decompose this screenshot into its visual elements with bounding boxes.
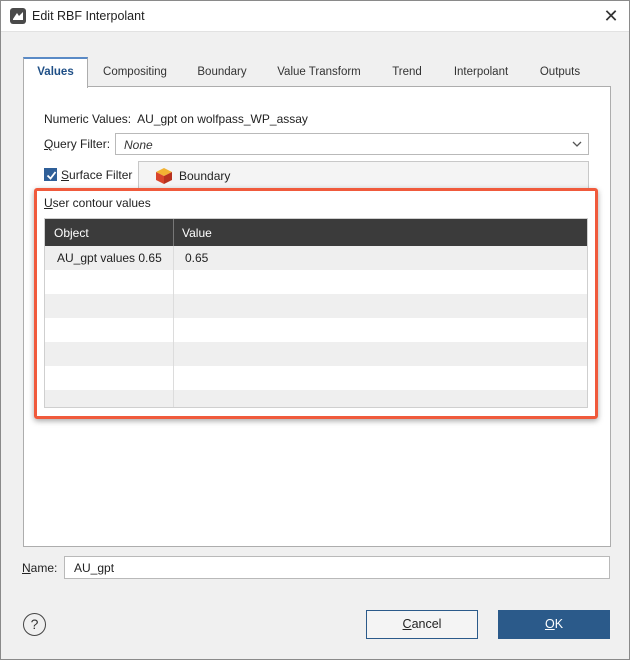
table-row-empty <box>45 318 587 342</box>
query-filter-label: Query Filter: <box>44 137 111 151</box>
tab-compositing[interactable]: Compositing <box>93 57 177 87</box>
table-row[interactable]: AU_gpt values 0.65 0.65 <box>45 246 587 270</box>
table-row-empty <box>45 366 587 390</box>
ok-button[interactable]: OK <box>498 610 610 639</box>
boundary-icon <box>156 168 172 184</box>
tab-outputs[interactable]: Outputs <box>529 57 591 87</box>
tab-interpolant[interactable]: Interpolant <box>443 57 519 87</box>
chevron-down-icon <box>572 141 582 147</box>
name-input-value: AU_gpt <box>74 561 115 575</box>
query-filter-value: None <box>124 138 153 152</box>
row-value-cell[interactable]: 0.65 <box>185 251 208 265</box>
title-bar: Edit RBF Interpolant ✕ <box>1 1 629 32</box>
table-row-empty <box>45 270 587 294</box>
column-header-object[interactable]: Object <box>54 226 89 240</box>
column-header-value[interactable]: Value <box>182 226 212 240</box>
user-contour-values-table[interactable]: Object Value AU_gpt values 0.65 0.65 <box>44 218 588 408</box>
surface-filter-label[interactable]: Surface Filter <box>61 168 132 182</box>
query-filter-dropdown[interactable]: None <box>115 133 589 155</box>
table-header: Object Value <box>45 219 587 246</box>
name-input[interactable]: AU_gpt <box>64 556 610 579</box>
row-object-cell: AU_gpt values 0.65 <box>57 251 162 265</box>
tab-boundary[interactable]: Boundary <box>187 57 257 87</box>
dialog-window: Edit RBF Interpolant ✕ Values Compositin… <box>0 0 630 660</box>
name-label: Name: <box>22 561 58 575</box>
leapfrog-icon <box>10 8 26 24</box>
tab-values[interactable]: Values <box>23 57 88 88</box>
tab-value-transform[interactable]: Value Transform <box>267 57 371 87</box>
user-contour-values-label: User contour values <box>44 196 151 210</box>
column-divider <box>173 246 174 407</box>
table-row-empty <box>45 342 587 366</box>
tab-bar: Values Compositing Boundary Value Transf… <box>23 57 611 88</box>
surface-filter-value: Boundary <box>179 169 231 183</box>
column-divider <box>173 219 174 246</box>
surface-filter-selector[interactable]: Boundary <box>138 161 589 189</box>
numeric-values-label: Numeric Values: AU_gpt on wolfpass_WP_as… <box>44 112 308 126</box>
cancel-button[interactable]: Cancel <box>366 610 478 639</box>
close-icon[interactable]: ✕ <box>601 6 621 26</box>
table-row-empty <box>45 294 587 318</box>
surface-filter-checkbox[interactable] <box>44 168 57 181</box>
help-icon[interactable]: ? <box>23 613 46 636</box>
numeric-values-value: AU_gpt on wolfpass_WP_assay <box>137 112 308 126</box>
table-row-empty <box>45 390 587 407</box>
checkmark-icon <box>46 171 57 180</box>
values-panel: Numeric Values: AU_gpt on wolfpass_WP_as… <box>23 86 611 547</box>
tab-trend[interactable]: Trend <box>381 57 433 87</box>
window-title: Edit RBF Interpolant <box>32 9 145 23</box>
